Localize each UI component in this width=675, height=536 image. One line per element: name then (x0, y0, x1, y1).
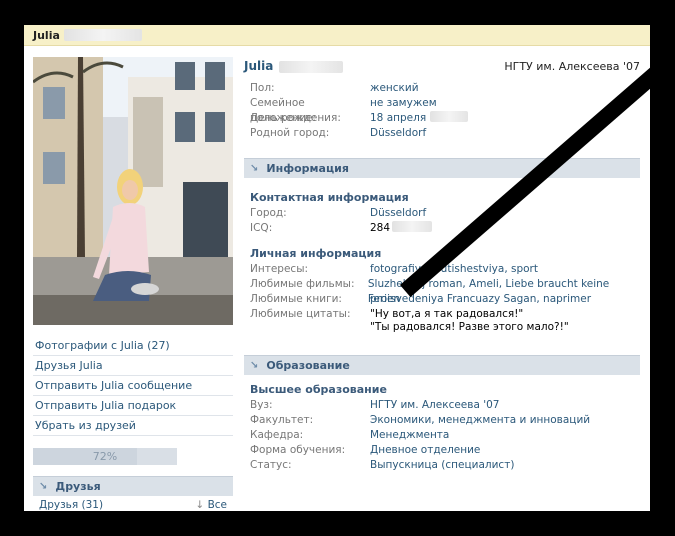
profile-actions-menu: Фотографии с Julia (27) Друзья Julia Отп… (33, 336, 233, 436)
menu-remove-friend[interactable]: Убрать из друзей (33, 416, 233, 436)
info-row: День рождения: 18 апреля (244, 111, 640, 126)
friends-section-header[interactable]: ↘ Друзья (33, 476, 233, 496)
info-row: Любимые книги: proisvedeniya Francuazy Sa… (250, 293, 592, 305)
profile-name-row: Julia НГТУ им. Алексеева '07 (244, 57, 640, 75)
redacted-year (430, 111, 469, 122)
arrow-down-right-icon: ↘ (250, 163, 259, 174)
arrow-down-right-icon: ↘ (39, 481, 48, 492)
profile-name: Julia (244, 59, 274, 73)
profile-university[interactable]: НГТУ им. Алексеева '07 (504, 60, 640, 73)
arrow-down-right-icon: ↘ (250, 360, 259, 371)
info-row: ICQ: 284 (244, 221, 640, 236)
rating-label: 72% (92, 450, 118, 463)
info-row: Статус: Выпускница (специалист) (250, 459, 515, 471)
info-row: Форма обучения: Дневное отделение (250, 444, 481, 456)
friends-summary: Друзья (31) ↓ Все (33, 496, 233, 511)
info-row: Город: Düsseldorf (250, 207, 427, 219)
profile-window: Julia Фотографии с Julia (27) Друзья Jul… (24, 25, 650, 511)
info-row: Кафедра: Менеджмента (250, 429, 450, 441)
info-row: Пол: женский (250, 82, 419, 94)
title-name: Julia (33, 28, 60, 42)
rating-fill (33, 448, 137, 465)
menu-user-friends[interactable]: Друзья Julia (33, 356, 233, 376)
friends-count-link[interactable]: Друзья (31) (39, 499, 103, 511)
left-column: Фотографии с Julia (27) Друзья Julia Отп… (33, 57, 233, 511)
menu-send-gift[interactable]: Отправить Julia подарок (33, 396, 233, 416)
higher-education-heading: Высшее образование (250, 383, 387, 396)
profile-rating-bar: 72% (33, 448, 177, 465)
info-row: Семейное положение: не замужем (250, 97, 437, 124)
info-row: Любимые фильмы: Sluzhebnyj roman, Ameli, … (250, 278, 610, 305)
title-bar: Julia (24, 25, 650, 46)
redacted-surname-2 (278, 61, 343, 73)
friends-all-link[interactable]: ↓ Все (195, 499, 227, 511)
contact-info-heading: Контактная информация (250, 191, 409, 204)
quote-line-2: "Ты радовался! Разве этого мало?!" (370, 321, 569, 333)
profile-photo[interactable] (33, 57, 233, 325)
education-section-header[interactable]: ↘ Образование (244, 355, 640, 375)
info-row: Факультет: Экономики, менеджмента и иннов… (250, 414, 591, 426)
redacted-surname (63, 29, 142, 41)
quote-line-1: "Ну вот,а я так радовался!" (370, 308, 524, 320)
friends-header-label: Друзья (55, 480, 101, 493)
quotes-row: Любимые цитаты: "Ну вот,а я так радовалс… (250, 308, 569, 333)
info-row: Вуз: НГТУ им. Алексеева '07 (250, 399, 500, 411)
menu-send-message[interactable]: Отправить Julia сообщение (33, 376, 233, 396)
info-section-header[interactable]: ↘ Информация (244, 158, 640, 178)
redacted-icq (392, 221, 433, 232)
menu-photos-with-user[interactable]: Фотографии с Julia (27) (33, 336, 233, 356)
